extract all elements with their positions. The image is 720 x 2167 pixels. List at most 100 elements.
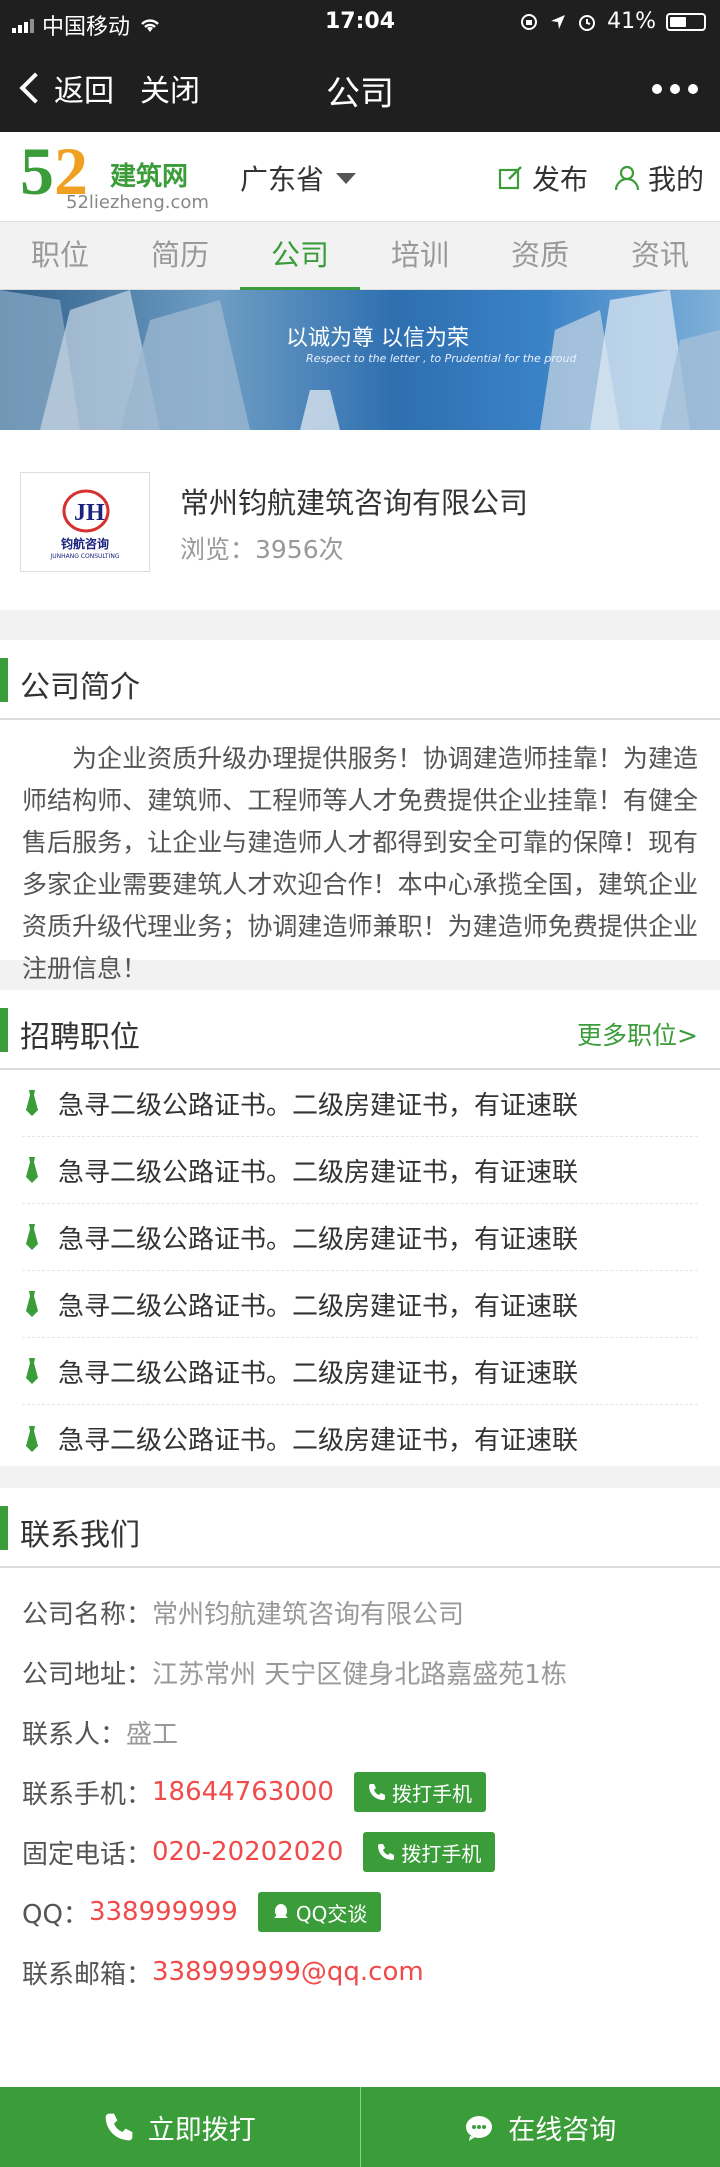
jobs-header: 招聘职位 更多职位>: [0, 990, 720, 1070]
category-tabs: 职位 简历 公司 培训 资质 资讯: [0, 222, 720, 290]
top-bar: 中国移动 17:04 41% 返回 关闭 公司: [0, 0, 720, 132]
contact-company-value: 常州钧航建筑咨询有限公司: [152, 1599, 465, 1630]
status-right: 41%: [519, 9, 706, 34]
company-logo-text: 钧航咨询: [60, 537, 109, 551]
online-consult-label: 在线咨询: [508, 2114, 617, 2146]
job-title: 急寻二级公路证书。二级房建证书，有证速联: [58, 1426, 579, 1456]
user-icon: [614, 165, 640, 191]
province-selector[interactable]: 广东省: [240, 158, 357, 198]
job-item[interactable]: 急寻二级公路证书。二级房建证书，有证速联: [22, 1070, 698, 1137]
mine-label: 我的: [648, 163, 705, 196]
jobs-section: 招聘职位 更多职位> 急寻二级公路证书。二级房建证书，有证速联 急寻二级公路证书…: [0, 990, 720, 1466]
contact-mobile-value[interactable]: 18644763000: [152, 1777, 334, 1807]
job-item[interactable]: 急寻二级公路证书。二级房建证书，有证速联: [22, 1338, 698, 1405]
tie-icon: [26, 1157, 38, 1183]
qq-penguin-icon: [273, 1904, 288, 1918]
contact-qq-value[interactable]: 338999999: [89, 1897, 238, 1927]
contact-email-label: 联系邮箱：: [22, 1959, 153, 1990]
tab-resumes[interactable]: 简历: [120, 222, 240, 289]
publish-button[interactable]: 发布: [498, 158, 588, 198]
contact-person-label: 联系人：: [22, 1719, 127, 1750]
contact-person-value: 盛工: [126, 1719, 179, 1750]
publish-label: 发布: [532, 163, 589, 196]
call-phone-label: 拨打手机: [401, 1841, 482, 1866]
title-bar: 返回 关闭 公司: [0, 44, 720, 132]
contact-email-value[interactable]: 338999999@qq.com: [152, 1957, 424, 1987]
job-item[interactable]: 急寻二级公路证书。二级房建证书，有证速联: [22, 1271, 698, 1338]
call-now-label: 立即拨打: [147, 2114, 256, 2146]
tie-icon: [26, 1425, 38, 1452]
tie-icon: [26, 1224, 38, 1250]
job-item[interactable]: 急寻二级公路证书。二级房建证书，有证速联: [22, 1204, 698, 1271]
contact-address-label: 公司地址：: [22, 1659, 153, 1690]
contact-qq-label: QQ：: [22, 1899, 89, 1930]
tab-qualifications[interactable]: 资质: [480, 222, 600, 289]
call-mobile-label: 拨打手机: [391, 1781, 472, 1806]
phone-icon: [105, 2113, 133, 2141]
logo-domain: 52liezheng.com: [66, 192, 209, 213]
call-phone-button[interactable]: 拨打手机: [363, 1832, 496, 1872]
banner-subtitle: Respect to the letter , to Prudential fo…: [306, 352, 577, 365]
job-title: 急寻二级公路证书。二级房建证书，有证速联: [58, 1157, 579, 1188]
job-item[interactable]: 急寻二级公路证书。二级房建证书，有证速联: [22, 1137, 698, 1204]
rotation-lock-icon: [521, 13, 538, 30]
intro-text: 为企业资质升级办理提供服务！协调建造师挂靠！为建造师结构师、建筑师、工程师等人才…: [22, 744, 698, 983]
more-icon[interactable]: [652, 84, 698, 94]
call-mobile-button[interactable]: 拨打手机: [353, 1772, 486, 1812]
contact-email-row: 联系邮箱： 338999999@qq.com: [22, 1942, 698, 2002]
bottom-action-bar: 立即拨打 在线咨询: [0, 2087, 720, 2167]
company-card: JH 钧航咨询 JUNHANG CONSULTING 常州钧航建筑咨询有限公司 …: [0, 430, 720, 610]
battery-icon: [666, 12, 706, 31]
contact-section: 联系我们 公司名称： 常州钧航建筑咨询有限公司 公司地址： 江苏常州 天宁区健身…: [0, 1488, 720, 2087]
section-marker: [0, 1506, 8, 1550]
tie-icon: [26, 1090, 38, 1116]
logo-brand: 建筑网: [110, 162, 189, 192]
contact-title: 联系我们: [20, 1518, 140, 1553]
contact-mobile-label: 联系手机：: [22, 1779, 153, 1810]
section-marker: [0, 658, 8, 702]
call-now-button[interactable]: 立即拨打: [0, 2087, 360, 2167]
contact-person-row: 联系人： 盛工: [22, 1702, 698, 1762]
contact-company-label: 公司名称：: [22, 1599, 153, 1630]
contact-company-row: 公司名称： 常州钧航建筑咨询有限公司: [22, 1582, 698, 1642]
company-logo-sub: JUNHANG CONSULTING: [50, 553, 120, 560]
company-logo: JH 钧航咨询 JUNHANG CONSULTING: [20, 472, 150, 572]
tab-news[interactable]: 资讯: [600, 222, 720, 289]
mine-button[interactable]: 我的: [614, 158, 704, 198]
tab-training[interactable]: 培训: [360, 222, 480, 289]
contact-address-value: 江苏常州 天宁区健身北路嘉盛苑1栋: [152, 1659, 567, 1690]
tab-jobs[interactable]: 职位: [0, 222, 120, 289]
intro-title: 公司简介: [20, 670, 140, 705]
chat-icon: [466, 2116, 493, 2141]
phone-icon: [378, 1844, 395, 1860]
tie-icon: [26, 1291, 38, 1317]
tab-companies[interactable]: 公司: [240, 222, 360, 290]
contact-qq-row: QQ： 338999999 QQ交谈: [22, 1882, 698, 1942]
site-logo[interactable]: 52 建筑网 52liezheng.com: [20, 133, 209, 216]
section-marker: [0, 1008, 8, 1052]
job-title: 急寻二级公路证书。二级房建证书，有证速联: [58, 1224, 579, 1255]
banner: 以诚为尊 以信为荣 Respect to the letter , to Pru…: [0, 290, 720, 430]
intro-header: 公司简介: [0, 640, 720, 720]
job-item[interactable]: 急寻二级公路证书。二级房建证书，有证速联: [22, 1405, 698, 1472]
company-name: 常州钧航建筑咨询有限公司: [180, 486, 529, 520]
job-list: 急寻二级公路证书。二级房建证书，有证速联 急寻二级公路证书。二级房建证书，有证速…: [0, 1070, 720, 1472]
job-title: 急寻二级公路证书。二级房建证书，有证速联: [58, 1090, 579, 1121]
contact-list: 公司名称： 常州钧航建筑咨询有限公司 公司地址： 江苏常州 天宁区健身北路嘉盛苑…: [0, 1568, 720, 2002]
site-header: 52 建筑网 52liezheng.com 广东省 发布 我的: [0, 132, 720, 222]
alarm-icon: [579, 14, 596, 31]
job-title: 急寻二级公路证书。二级房建证书，有证速联: [58, 1358, 579, 1389]
contact-phone-value[interactable]: 020-20202020: [152, 1837, 343, 1867]
qq-chat-button[interactable]: QQ交谈: [257, 1892, 382, 1932]
contact-phone-row: 固定电话： 020-20202020 拨打手机: [22, 1822, 698, 1882]
status-bar: 中国移动 17:04 41%: [0, 0, 720, 44]
phone-icon: [368, 1784, 385, 1800]
svg-text:JH: JH: [74, 500, 105, 526]
more-jobs-link[interactable]: 更多职位>: [577, 1016, 698, 1052]
page: 中国移动 17:04 41% 返回 关闭 公司 52 建筑网 52liezhen…: [0, 0, 720, 2167]
contact-header: 联系我们: [0, 1488, 720, 1568]
online-consult-button[interactable]: 在线咨询: [361, 2087, 720, 2167]
province-label: 广东省: [240, 163, 325, 196]
battery-percent: 41%: [607, 9, 656, 34]
tie-icon: [26, 1358, 38, 1384]
